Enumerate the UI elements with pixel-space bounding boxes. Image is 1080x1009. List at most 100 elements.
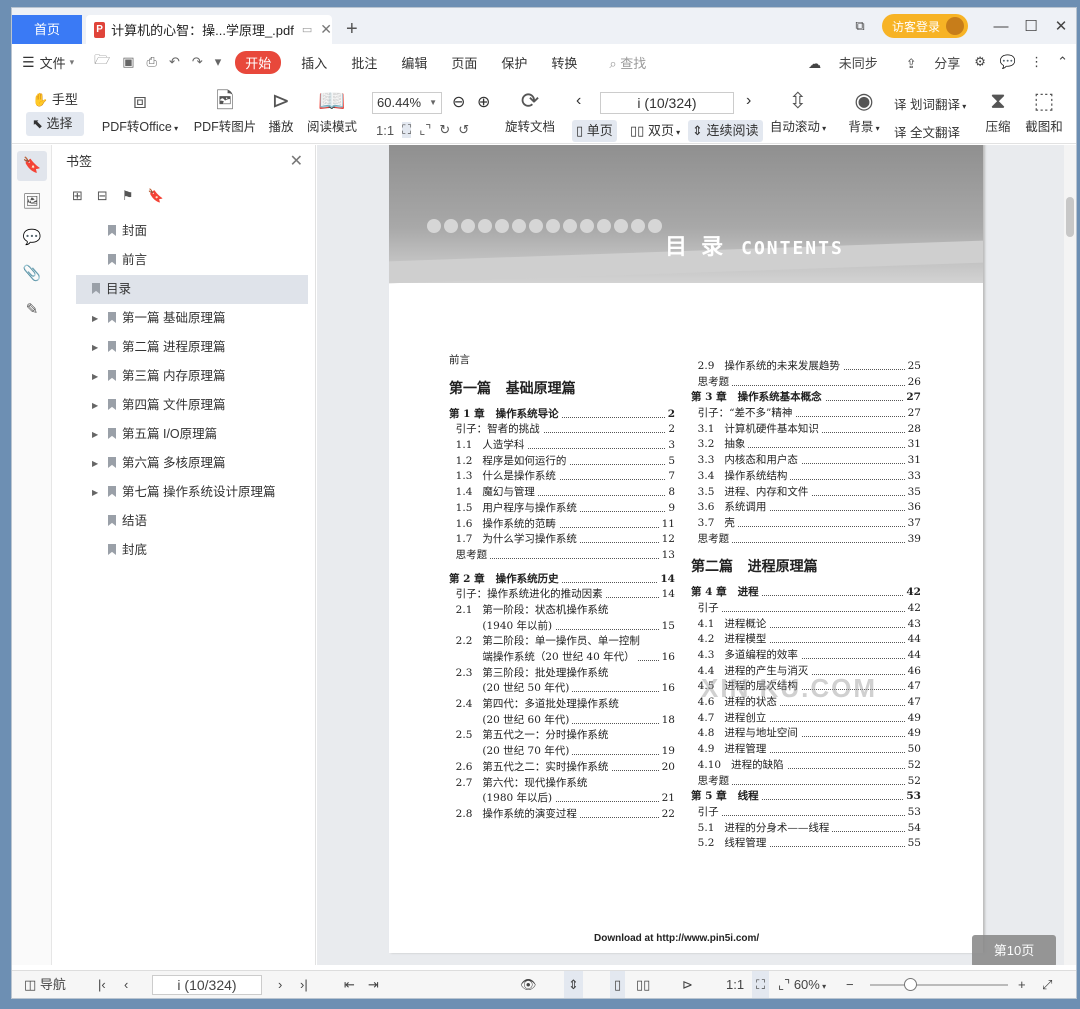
signature-panel-icon[interactable]: ✎ <box>17 295 47 325</box>
single-page-mode-icon[interactable]: ▯ <box>610 971 626 998</box>
rotate-document-button[interactable]: ⟳ 旋转文档 <box>502 88 558 135</box>
last-page-icon[interactable]: ›| <box>300 971 308 998</box>
close-icon[interactable]: ✕ <box>290 145 303 179</box>
minimize-button[interactable]: — <box>986 18 1016 35</box>
open-folder-icon[interactable]: 🗁 <box>94 51 110 73</box>
bookmark-item[interactable]: ▶ 第五篇 I/O原理篇 <box>52 420 307 449</box>
new-tab-button[interactable]: + <box>346 18 358 41</box>
bookmark-item-selected[interactable]: 目录 <box>76 275 308 304</box>
menu-edit[interactable]: 编辑 <box>401 53 427 72</box>
read-mode-button[interactable]: 📖 阅读模式 <box>304 88 360 135</box>
zoom-out-icon[interactable]: ⊖ <box>452 92 465 112</box>
sync-status[interactable]: ☁ 未同步 <box>794 53 878 72</box>
compress-button[interactable]: ⧗ 压缩 <box>982 88 1014 135</box>
fit-width-icon[interactable]: ⌞⌝ <box>419 122 431 138</box>
settings-icon[interactable]: ⚙ <box>974 54 986 70</box>
tab-document[interactable]: P 计算机的心智：操...学原理_.pdf ▭ ✕ <box>86 15 332 44</box>
search-field[interactable]: ⌕ 查找 <box>609 53 646 72</box>
continuous-mode-icon[interactable]: ⇕ <box>564 971 583 998</box>
attachment-panel-icon[interactable]: 📎 <box>17 259 47 289</box>
status-page-input[interactable]: i (10/324) <box>152 975 262 995</box>
full-translate-button[interactable]: 译 全文翻译 <box>894 122 960 141</box>
forward-icon[interactable]: ⇥ <box>368 971 379 998</box>
maximize-button[interactable]: ☐ <box>1016 17 1046 35</box>
zoom-in-icon[interactable]: + <box>1018 971 1026 998</box>
guest-login-button[interactable]: 访客登录 <box>881 14 968 38</box>
zoom-in-icon[interactable]: ⊕ <box>477 92 490 112</box>
file-menu[interactable]: ☰ 文件 ▾ <box>22 53 74 72</box>
actual-size-icon[interactable]: 1:1 <box>376 123 394 138</box>
bookmark-item[interactable]: ▶ 第四篇 文件原理篇 <box>52 391 307 420</box>
scrollbar-thumb[interactable] <box>1066 197 1074 237</box>
auto-scroll-button[interactable]: ⇳ 自动滚动 ▾ <box>768 88 828 135</box>
word-translate-button[interactable]: 译 划词翻译 ▾ <box>894 94 966 113</box>
menu-insert[interactable]: 插入 <box>301 53 327 72</box>
tab-close-icon[interactable]: ✕ <box>320 21 332 38</box>
close-window-button[interactable]: ✕ <box>1046 17 1076 35</box>
bookmark-item[interactable]: ▶ 第六篇 多核原理篇 <box>52 449 307 478</box>
page-number-input[interactable]: i (10/324) <box>600 92 734 114</box>
eye-protection-icon[interactable]: 👁 <box>520 971 537 998</box>
bookmark-icon[interactable]: 🔖 <box>147 188 163 204</box>
window-layout-icon[interactable]: ⧉ <box>846 18 874 34</box>
zoom-slider-knob[interactable] <box>904 978 917 991</box>
comments-panel-icon[interactable]: 💬 <box>17 223 47 253</box>
expand-arrow-icon[interactable]: ▶ <box>92 362 98 391</box>
actual-size-icon[interactable]: 1:1 <box>726 971 744 998</box>
first-page-icon[interactable]: |‹ <box>98 971 106 998</box>
print-icon[interactable]: ⎙ <box>147 54 157 70</box>
bookmark-item[interactable]: 结语 <box>52 507 307 536</box>
save-icon[interactable]: ▣ <box>122 54 134 70</box>
expand-arrow-icon[interactable]: ▶ <box>92 449 98 478</box>
document-view[interactable]: 目 录 CONTENTS 前言 第一篇 基础原理篇第 1 章 操作系统导论 2 引子：… <box>317 145 1076 965</box>
bookmark-item[interactable]: ▶ 第一篇 基础原理篇 <box>52 304 307 333</box>
monitor-icon[interactable]: ▭ <box>302 23 312 36</box>
double-page-mode-icon[interactable]: ▯▯ <box>636 971 650 998</box>
more-icon[interactable]: ⋮ <box>1030 54 1043 70</box>
hand-tool-button[interactable]: ✋ 手型 <box>26 88 84 112</box>
menu-protect[interactable]: 保护 <box>501 53 527 72</box>
bookmark-item[interactable]: ▶ 第二篇 进程原理篇 <box>52 333 307 362</box>
bookmark-item[interactable]: 封面 <box>52 217 307 246</box>
bookmark-item[interactable]: ▶ 第七篇 操作系统设计原理篇 <box>52 478 307 507</box>
redo-icon[interactable]: ↷ <box>192 54 203 70</box>
vertical-scrollbar[interactable] <box>1064 145 1076 965</box>
zoom-dropdown[interactable]: ⌞⌝ 60% ▾ <box>778 971 826 998</box>
expand-arrow-icon[interactable]: ▶ <box>92 391 98 420</box>
collapse-all-icon[interactable]: ⊟ <box>97 188 108 204</box>
fit-page-icon[interactable]: ⛶ <box>402 122 412 138</box>
next-page-icon[interactable]: › <box>746 92 751 110</box>
pdf-to-image-button[interactable]: 🖻 PDF转图片 <box>192 88 258 135</box>
quick-access-dropdown-icon[interactable]: ▾ <box>215 54 222 70</box>
bookmark-panel-icon[interactable]: 🔖 <box>17 151 47 181</box>
menu-convert[interactable]: 转换 <box>551 53 577 72</box>
expand-all-icon[interactable]: ⊞ <box>72 188 83 204</box>
rotate-left-icon[interactable]: ↻ <box>439 122 450 138</box>
add-bookmark-icon[interactable]: ⚑ <box>122 188 134 204</box>
prev-page-icon[interactable]: ‹ <box>576 92 581 110</box>
select-tool-button[interactable]: ⬉ 选择 <box>26 112 84 136</box>
double-page-button[interactable]: ▯▯ 双页 ▾ <box>626 120 684 142</box>
expand-arrow-icon[interactable]: ▶ <box>92 304 98 333</box>
next-page-icon[interactable]: › <box>278 971 282 998</box>
collapse-ribbon-icon[interactable]: ⌃ <box>1057 54 1068 70</box>
fullscreen-icon[interactable]: ⤢ <box>1042 971 1052 998</box>
background-button[interactable]: ◉ 背景 ▾ <box>844 88 884 135</box>
undo-icon[interactable]: ↶ <box>169 54 180 70</box>
continuous-read-button[interactable]: ⇕ 连续阅读 <box>688 120 763 142</box>
zoom-out-icon[interactable]: − <box>846 971 854 998</box>
zoom-slider[interactable] <box>870 978 1008 991</box>
expand-arrow-icon[interactable]: ▶ <box>92 478 98 507</box>
bookmark-item[interactable]: ▶ 第三篇 内存原理篇 <box>52 362 307 391</box>
comment-icon[interactable]: 💬 <box>1000 54 1016 70</box>
tab-home[interactable]: 首页 <box>12 15 82 44</box>
zoom-select[interactable]: 60.44% ▼ <box>372 92 442 114</box>
screenshot-button[interactable]: ⬚ 截图和 <box>1022 88 1066 135</box>
expand-arrow-icon[interactable]: ▶ <box>92 333 98 362</box>
rotate-right-icon[interactable]: ↺ <box>458 122 469 138</box>
expand-arrow-icon[interactable]: ▶ <box>92 420 98 449</box>
play-button[interactable]: ⊳ 播放 <box>264 88 298 135</box>
menu-page[interactable]: 页面 <box>451 53 477 72</box>
fit-page-icon[interactable]: ⛶ <box>752 971 770 998</box>
single-page-button[interactable]: ▯ 单页 <box>572 120 617 142</box>
